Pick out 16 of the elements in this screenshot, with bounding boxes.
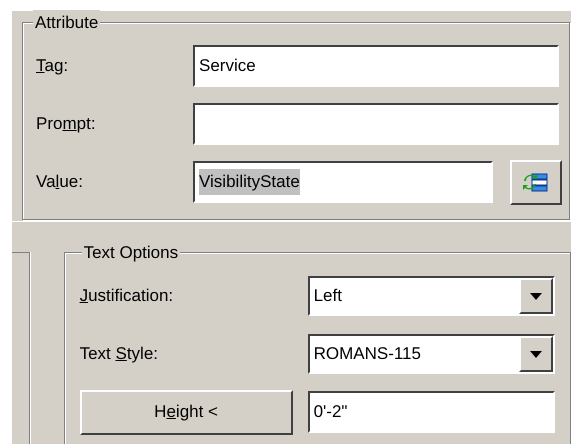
height-button[interactable]: Height <: [80, 390, 293, 434]
input-field[interactable]: 0'-2": [308, 391, 555, 433]
pick-button[interactable]: [510, 160, 562, 204]
refresh-list-icon: [523, 171, 549, 193]
field-label: Text Style:: [80, 343, 160, 366]
field-label: Prompt:: [36, 113, 97, 136]
input-field[interactable]: Service: [193, 45, 559, 87]
dropdown[interactable]: Left: [308, 276, 555, 316]
field-label: Tag:: [36, 55, 70, 78]
input-field[interactable]: [193, 103, 559, 145]
dropdown[interactable]: ROMANS-115: [308, 334, 555, 374]
field-label: Justification:: [80, 285, 174, 308]
caret-icon: [530, 350, 542, 358]
field-label: Value:: [36, 171, 84, 194]
caret-icon: [530, 292, 542, 300]
input-field[interactable]: VisibilityState: [193, 161, 493, 203]
